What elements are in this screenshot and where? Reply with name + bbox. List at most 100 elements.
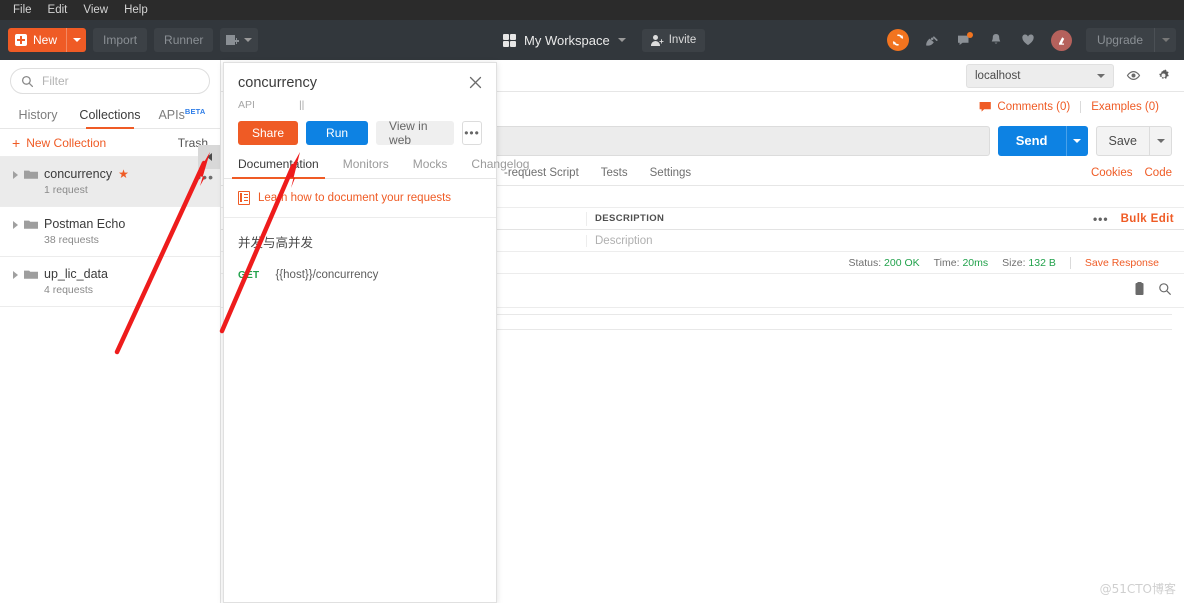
tab-mocks[interactable]: Mocks [413, 157, 448, 178]
collection-name: concurrency [44, 167, 113, 181]
tab-apis-label: APIs [158, 108, 185, 122]
bulk-edit-button[interactable]: Bulk Edit [1121, 213, 1174, 225]
status-label: Status: [848, 256, 882, 269]
collection-text: up_lic_data 4 requests [40, 267, 212, 296]
tab-apis[interactable]: APIsBETA [146, 107, 218, 128]
heart-icon[interactable] [1019, 31, 1037, 49]
import-button[interactable]: Import [93, 28, 148, 52]
tab-settings[interactable]: Settings [650, 167, 692, 179]
tab-changelog[interactable]: Changelog [471, 157, 529, 178]
invite-label: Invite [668, 34, 697, 46]
search-input[interactable] [42, 74, 199, 88]
view-in-web-button[interactable]: View in web [376, 119, 455, 147]
top-toolbar: New Import Runner My Workspace + Invite … [0, 20, 1184, 60]
sidebar: History Collections APIsBETA + New Colle… [0, 60, 221, 603]
doc-panel-more-button[interactable]: ••• [462, 121, 482, 145]
menu-bar: File Edit View Help [0, 0, 1184, 20]
collection-name-row: concurrency ★ [44, 167, 212, 181]
tab-history-label: History [18, 108, 58, 122]
params-more-button[interactable]: ••• [1093, 212, 1109, 226]
size-value: 132 B [1028, 256, 1056, 269]
save-button[interactable]: Save [1095, 126, 1172, 156]
menu-item-file[interactable]: File [6, 1, 39, 19]
doc-panel-request-item[interactable]: GET {{host}}/concurrency [224, 251, 496, 281]
doc-panel-meta-separator: || [298, 99, 305, 111]
search-box[interactable] [10, 68, 210, 94]
new-collection-label: New Collection [26, 135, 107, 150]
cell-description[interactable]: Description [586, 234, 1184, 247]
collection-item-concurrency[interactable]: concurrency ★ 1 request ••• [0, 145, 220, 207]
environment-selector[interactable]: localhost [966, 63, 1114, 88]
close-icon [469, 76, 481, 88]
new-button-dropdown[interactable] [66, 28, 86, 52]
toolbar-left-group: New Import Runner [0, 28, 259, 52]
expand-arrow-icon[interactable] [8, 167, 22, 179]
learn-documentation-link[interactable]: Learn how to document your requests [224, 179, 496, 218]
status-group: Status: 200 OK [848, 257, 919, 269]
menu-item-edit[interactable]: Edit [41, 1, 75, 19]
satellite-dish-icon[interactable] [923, 31, 941, 49]
response-toolbar-right [1133, 282, 1172, 299]
save-response-button[interactable]: Save Response [1085, 257, 1172, 269]
collection-documentation-panel: concurrency API || Share Run View in web… [223, 62, 529, 603]
new-button[interactable]: New [8, 28, 87, 52]
workspace-name: My Workspace [524, 32, 610, 48]
collection-item-postman-echo[interactable]: Postman Echo 38 requests [0, 207, 220, 257]
request-url: {{host}}/concurrency [275, 269, 379, 281]
tab-documentation[interactable]: Documentation [232, 157, 325, 179]
send-button[interactable]: Send [997, 126, 1088, 156]
examples-link[interactable]: Examples (0) [1091, 101, 1172, 113]
search-icon [21, 75, 34, 87]
workspace-selector[interactable]: My Workspace [497, 30, 632, 51]
expand-arrow-icon[interactable] [8, 267, 22, 279]
environment-quick-look-button[interactable] [1122, 65, 1144, 87]
speech-bubble-icon[interactable] [955, 31, 973, 49]
copy-button[interactable] [1133, 282, 1146, 299]
document-icon [238, 191, 250, 205]
share-button[interactable]: Share [238, 121, 299, 145]
collection-more-button[interactable]: ••• [196, 169, 214, 185]
tab-collections[interactable]: Collections [74, 108, 146, 129]
search-response-button[interactable] [1158, 282, 1172, 299]
tab-monitors[interactable]: Monitors [343, 157, 389, 178]
divider [1069, 256, 1071, 269]
settings-button[interactable] [1152, 65, 1174, 87]
sync-icon[interactable] [886, 29, 909, 51]
invite-button[interactable]: + Invite [641, 28, 706, 52]
collection-name: up_lic_data [44, 267, 108, 281]
send-dropdown[interactable] [1065, 126, 1088, 156]
doc-panel-run-button[interactable]: Run [306, 121, 369, 145]
collection-item-up-lic-data[interactable]: up_lic_data 4 requests [0, 257, 220, 307]
avatar[interactable] [1050, 29, 1072, 51]
collection-name: Postman Echo [44, 217, 126, 231]
notification-dot [966, 32, 973, 38]
grid-icon [503, 33, 517, 47]
bell-icon[interactable] [987, 31, 1005, 49]
new-button-label: New [33, 33, 58, 47]
tab-history[interactable]: History [2, 108, 74, 128]
time-value: 20ms [962, 256, 989, 269]
beta-badge: BETA [184, 106, 206, 116]
tab-tests[interactable]: Tests [601, 167, 628, 179]
runner-button[interactable]: Runner [154, 28, 214, 52]
save-label: Save [1108, 134, 1138, 148]
expand-arrow-icon[interactable] [8, 217, 22, 229]
new-collection-button[interactable]: + New Collection [12, 136, 106, 150]
environment-value: localhost [975, 69, 1021, 82]
save-dropdown[interactable] [1149, 127, 1171, 155]
new-tab-button[interactable] [220, 28, 259, 52]
cookies-link[interactable]: Cookies [1091, 167, 1133, 179]
sidebar-collapse-button[interactable] [198, 145, 220, 169]
comments-link[interactable]: Comments (0) [979, 101, 1070, 113]
upgrade-dropdown[interactable] [1154, 28, 1176, 52]
menu-item-view[interactable]: View [76, 1, 115, 19]
doc-panel-close-button[interactable] [466, 73, 484, 91]
menu-item-help[interactable]: Help [117, 1, 155, 19]
doc-panel-header: concurrency [224, 63, 496, 91]
collection-name-row: Postman Echo [44, 217, 212, 231]
time-label: Time: [933, 256, 960, 269]
code-link[interactable]: Code [1145, 167, 1173, 179]
upgrade-button[interactable]: Upgrade [1085, 28, 1176, 52]
col-description-label: DESCRIPTION [595, 213, 665, 224]
size-label: Size: [1002, 256, 1026, 269]
